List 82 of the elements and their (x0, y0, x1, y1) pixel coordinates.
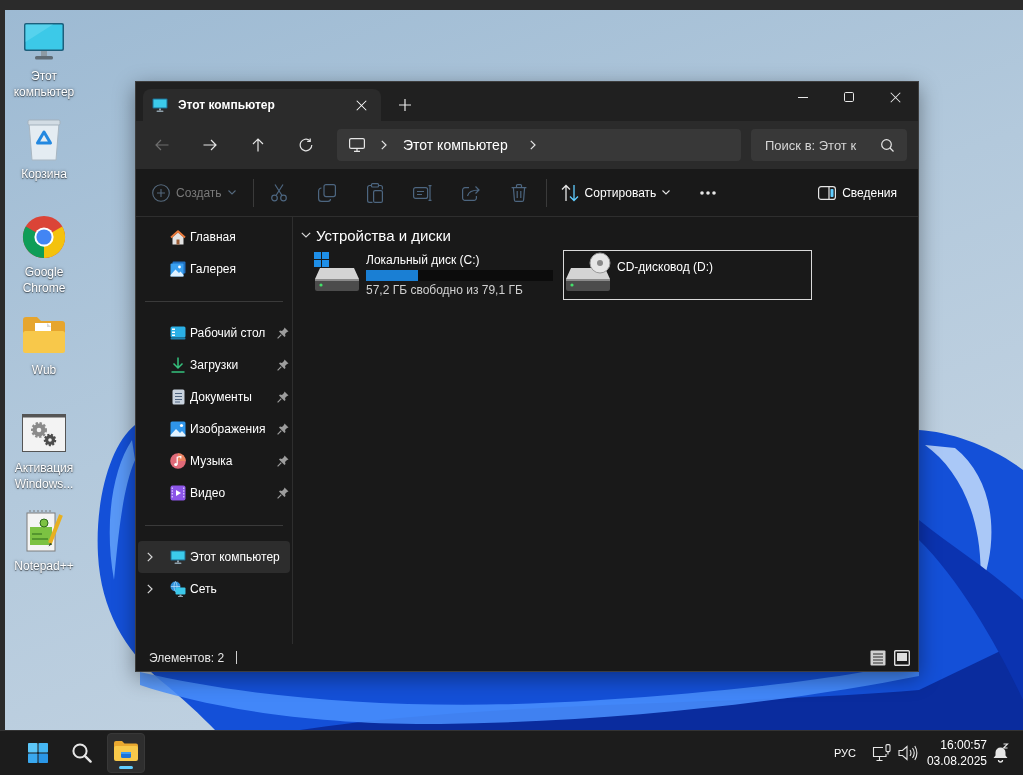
monitor-icon (170, 550, 186, 564)
sidebar-item[interactable]: Изображения (138, 413, 290, 445)
network-icon (170, 581, 186, 597)
drive-tile[interactable]: Локальный диск (C:) 57,2 ГБ свободно из 79,1 ГБ (312, 250, 561, 300)
document-icon (171, 389, 185, 405)
clock-date[interactable]: 03.08.2025 (926, 753, 987, 769)
chevron-icon (381, 140, 387, 150)
trash-icon (510, 183, 527, 202)
maximize-icon (844, 92, 854, 102)
details-pane-icon (818, 185, 837, 200)
folder-icon (23, 317, 65, 353)
minimize-icon (798, 96, 808, 98)
chevron-icon[interactable] (147, 552, 153, 562)
home-icon (170, 229, 186, 245)
desktop-icon (170, 326, 186, 340)
more-dots-icon (700, 190, 717, 195)
video-icon (170, 485, 186, 501)
sidebar-item[interactable]: Видео (138, 477, 290, 509)
copy-icon (317, 183, 336, 202)
close-icon (889, 91, 901, 103)
chevron-icon (529, 140, 536, 150)
optical-drive-icon (565, 252, 611, 292)
share-icon (461, 184, 480, 201)
window-tab[interactable]: Этот компьютер (143, 89, 381, 121)
chevron-icon[interactable] (301, 232, 311, 238)
scissors-icon (270, 183, 287, 202)
plus-circle-icon (152, 183, 170, 202)
caret-icon (662, 190, 671, 195)
music-note-icon (170, 453, 186, 469)
gears-window-icon (22, 414, 66, 452)
close-icon (355, 99, 367, 111)
item-count: Элементов: 2 (149, 650, 225, 665)
document-pencil-icon (24, 509, 64, 553)
search-icon (72, 743, 92, 763)
search-icon (881, 139, 894, 152)
drive-tile[interactable]: CD-дисковод (D:) (563, 250, 812, 300)
drive-name: Локальный диск (C:) (366, 253, 480, 267)
monitor-icon (23, 22, 65, 60)
right-arrow-icon (203, 139, 217, 151)
download-icon (171, 357, 185, 373)
details-view-icon (870, 649, 886, 666)
section-header[interactable]: Устройства и диски (301, 223, 451, 247)
clock-time[interactable]: 16:00:57 (940, 737, 987, 753)
volume-icon[interactable] (897, 745, 918, 761)
large-icons-view-icon (894, 649, 910, 666)
sidebar-item[interactable]: Музыка (138, 445, 290, 477)
browser-logo-icon (22, 215, 66, 259)
left-arrow-icon (155, 139, 169, 151)
sidebar-item[interactable]: Сеть (138, 573, 290, 605)
caret-icon (227, 190, 236, 195)
sidebar-item[interactable]: Этот компьютер (138, 541, 290, 573)
sidebar-item[interactable]: Рабочий стол (138, 317, 290, 349)
address-bar[interactable]: Этот компьютер (337, 129, 741, 161)
sidebar-item[interactable]: Галерея (138, 253, 290, 285)
monitor-icon (349, 138, 365, 152)
gallery-icon (170, 261, 186, 277)
monitor-icon (152, 98, 168, 112)
chevron-icon[interactable] (147, 584, 153, 594)
sidebar-item[interactable]: Загрузки (138, 349, 290, 381)
language-indicator[interactable]: РУС (827, 737, 862, 769)
sidebar-item[interactable]: Главная (138, 221, 290, 253)
notification-bell-icon[interactable] (992, 743, 1010, 763)
file-explorer-button[interactable] (107, 733, 145, 773)
breadcrumb[interactable]: Этот компьютер (397, 133, 514, 157)
sidebar-item[interactable]: Документы (138, 381, 290, 413)
sort-icon (560, 183, 579, 202)
folder-icon (114, 741, 138, 761)
recycle-bin-icon (27, 117, 61, 161)
hard-drive-icon (314, 252, 360, 292)
details-pane-button[interactable]: Сведения (810, 176, 905, 209)
network-icon[interactable] (871, 744, 892, 762)
refresh-icon (299, 138, 313, 152)
up-arrow-icon (252, 138, 264, 152)
drive-free-space: 57,2 ГБ свободно из 79,1 ГБ (366, 283, 523, 297)
rename-icon (412, 184, 433, 201)
image-icon (170, 421, 186, 437)
plus-icon (399, 99, 411, 111)
drive-name: CD-дисковод (D:) (617, 260, 714, 274)
clipboard-icon (366, 182, 383, 203)
start-icon (28, 743, 48, 763)
search-field[interactable]: Поиск в: Этот к (751, 129, 907, 161)
sort-button[interactable]: Сортировать (552, 176, 679, 209)
